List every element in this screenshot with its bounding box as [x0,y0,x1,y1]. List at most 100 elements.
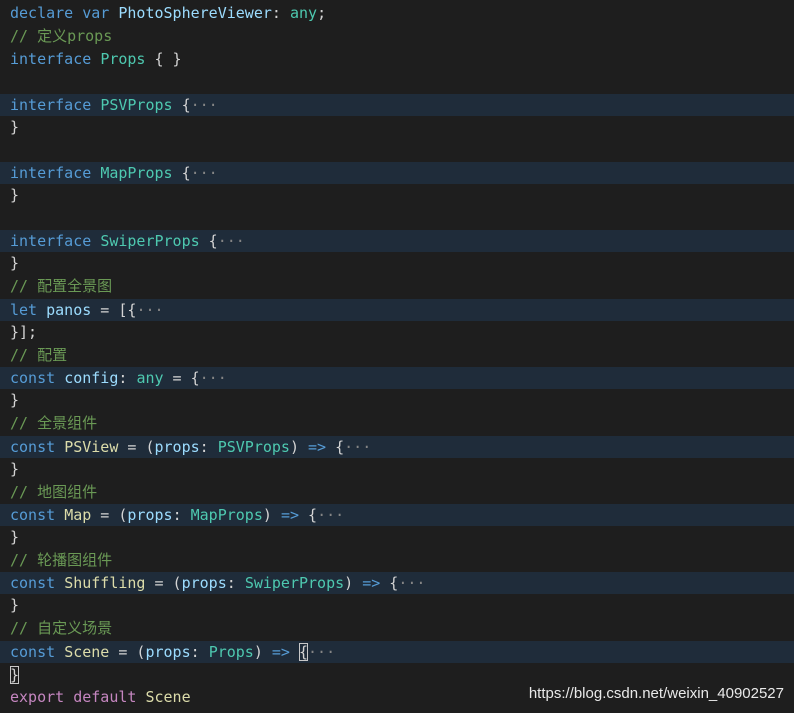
code-line[interactable]: } [0,184,794,206]
code-line[interactable] [0,139,794,161]
code-token: : [118,369,137,387]
code-token: Map [64,506,92,524]
code-token: export [10,688,65,706]
code-token: props [154,438,200,456]
code-token: let [10,301,38,319]
folded-code-line[interactable]: interface PSVProps {··· [0,94,794,116]
code-token: SwiperProps [244,574,345,592]
code-token: }]; [10,323,38,341]
fold-ellipsis-icon[interactable]: ··· [398,574,425,592]
code-token: { [172,164,191,182]
code-line[interactable]: // 配置全景图 [0,275,794,297]
code-token: { [326,438,345,456]
code-token: } [10,118,20,136]
code-token: const [10,369,56,387]
folded-code-line[interactable]: let panos = [{··· [0,299,794,321]
code-line[interactable]: // 定义props [0,25,794,47]
code-token: declare [10,4,74,22]
fold-ellipsis-icon[interactable]: ··· [200,369,227,387]
code-token: // 定义props [10,27,113,45]
code-line[interactable]: declare var PhotoSphereViewer: any; [0,2,794,24]
code-token: } [10,254,20,272]
code-line[interactable]: } [0,116,794,138]
code-token: = ( [109,643,146,661]
code-line[interactable]: // 全景组件 [0,412,794,434]
code-token: interface [10,232,92,250]
code-token: any [289,4,318,22]
code-token: interface [10,50,92,68]
code-token: Shuffling [64,574,146,592]
code-editor[interactable]: declare var PhotoSphereViewer: any; // 定义… [0,0,794,713]
code-token: : [271,4,290,22]
code-line[interactable] [0,71,794,93]
code-token: PhotoSphereViewer [118,4,272,22]
folded-code-line[interactable]: const Shuffling = (props: SwiperProps) =… [0,572,794,594]
folded-code-line[interactable]: const Map = (props: MapProps) => {··· [0,504,794,526]
code-token: { [299,506,318,524]
code-token: => [271,643,290,661]
code-token: const [10,574,56,592]
code-token: // 地图组件 [10,483,98,501]
code-token: PSVProps [100,96,173,114]
code-token: { [380,574,399,592]
code-token: = ( [91,506,128,524]
folded-code-line[interactable]: const PSView = (props: PSVProps) => {··· [0,436,794,458]
code-token: } [10,596,20,614]
code-token: { [299,643,309,661]
folded-code-line[interactable]: const Scene = (props: Props) => {··· [0,641,794,663]
code-line[interactable] [0,207,794,229]
code-token: props [127,506,173,524]
fold-ellipsis-icon[interactable]: ··· [136,301,163,319]
code-token: { [172,96,191,114]
code-token: ) [262,506,281,524]
code-token: const [10,506,56,524]
code-token: = { [163,369,200,387]
code-token: // 配置 [10,346,68,364]
code-token: PSVProps [217,438,290,456]
code-token: } [10,528,20,546]
fold-ellipsis-icon[interactable]: ··· [191,96,218,114]
code-token: { [199,232,218,250]
fold-ellipsis-icon[interactable]: ··· [218,232,245,250]
code-line[interactable]: // 轮播图组件 [0,549,794,571]
fold-ellipsis-icon[interactable]: ··· [344,438,371,456]
code-token: } [10,460,20,478]
fold-ellipsis-icon[interactable]: ··· [191,164,218,182]
code-token: = ( [118,438,155,456]
code-line[interactable]: // 配置 [0,344,794,366]
watermark: https://blog.csdn.net/weixin_40902527 [528,685,784,702]
code-line[interactable]: } [0,458,794,480]
code-token: config [64,369,119,387]
code-token: props [145,643,191,661]
code-line[interactable]: }]; [0,321,794,343]
code-line[interactable]: } [0,389,794,411]
code-token: ) [289,438,309,456]
code-token: } [10,666,20,684]
code-token: => [280,506,299,524]
folded-code-line[interactable]: interface MapProps {··· [0,162,794,184]
code-line[interactable]: } [0,252,794,274]
code-token: panos [46,301,92,319]
code-token: Props [208,643,254,661]
code-token: props [181,574,227,592]
folded-code-line[interactable]: interface SwiperProps {··· [0,230,794,252]
fold-ellipsis-icon[interactable]: ··· [308,643,335,661]
folded-code-line[interactable]: const config: any = {··· [0,367,794,389]
code-line[interactable]: } [0,594,794,616]
code-line[interactable]: interface Props { } [0,48,794,70]
code-line[interactable]: // 自定义场景 [0,617,794,639]
fold-ellipsis-icon[interactable]: ··· [317,506,344,524]
code-line[interactable]: } [0,526,794,548]
code-line[interactable]: // 地图组件 [0,481,794,503]
code-token: Scene [64,643,110,661]
